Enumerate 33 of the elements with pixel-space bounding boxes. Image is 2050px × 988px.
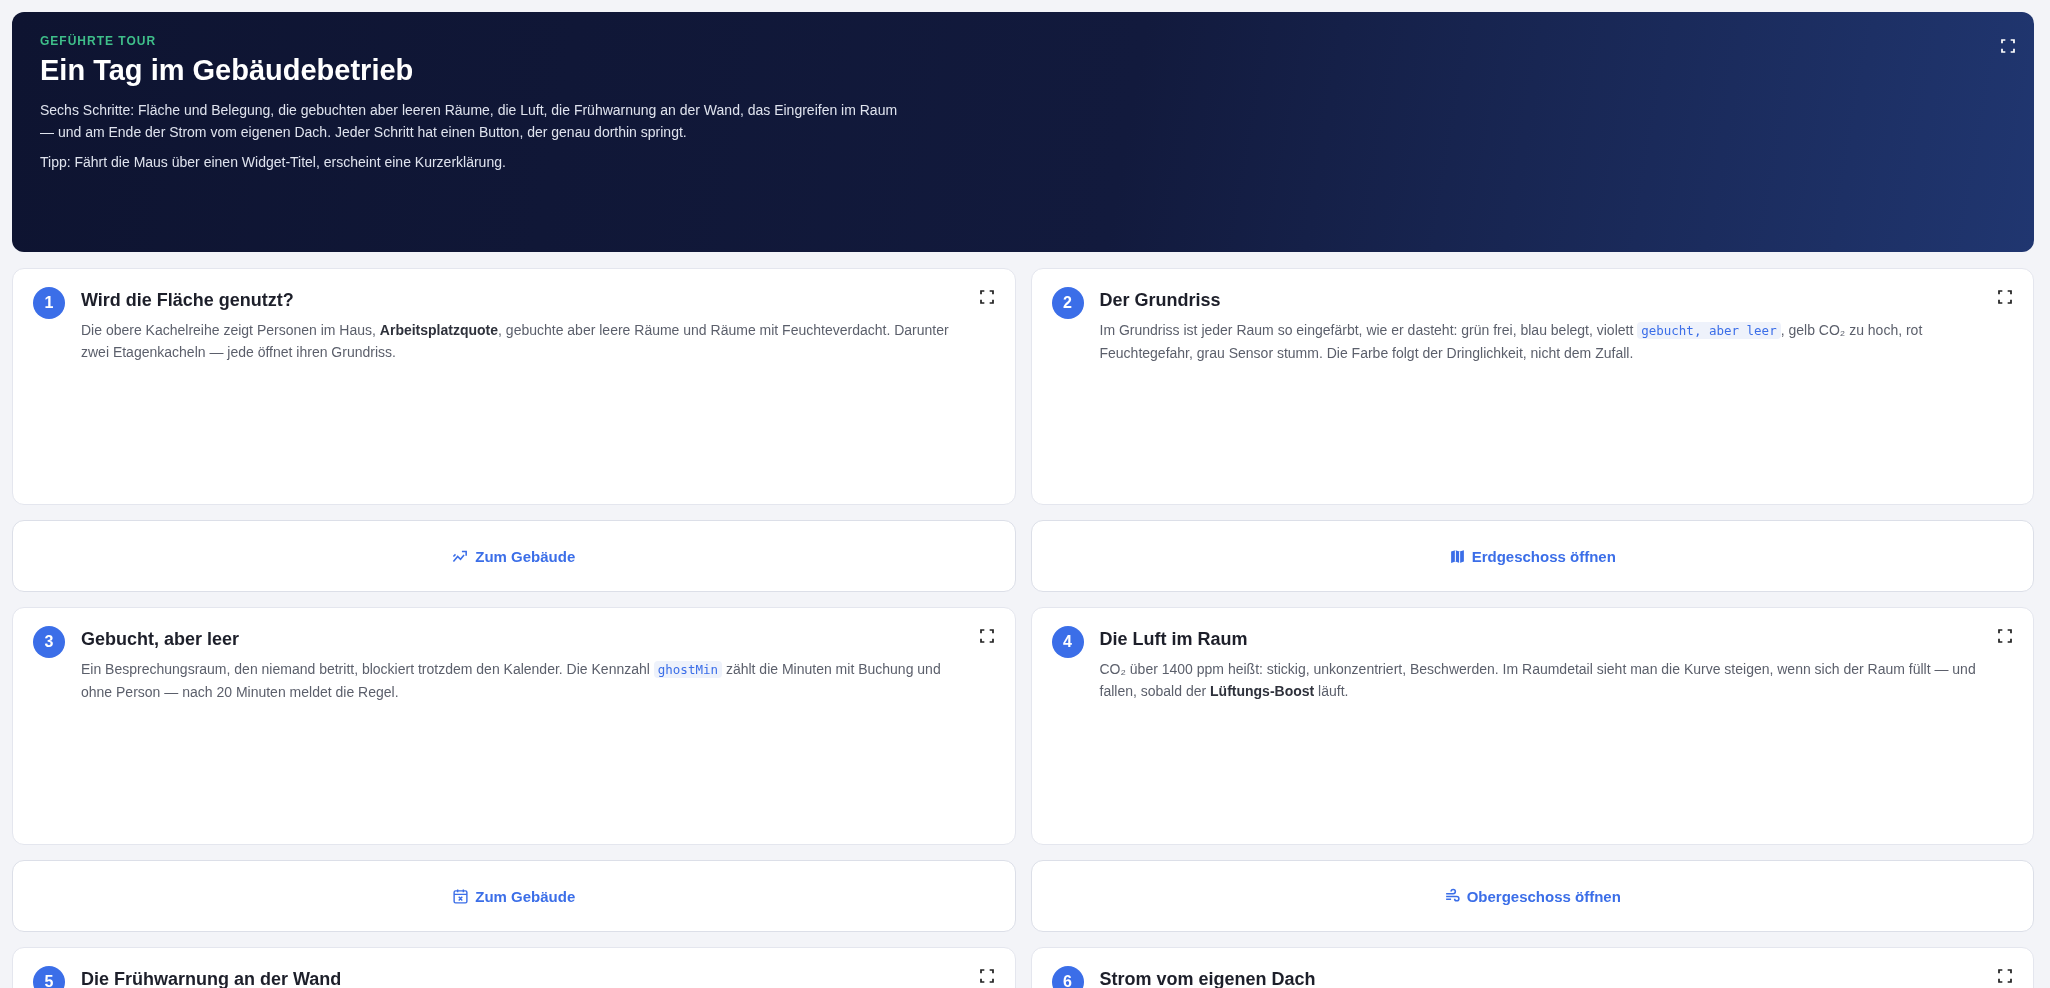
navigate-button[interactable]: Obergeschoss öffnen	[1030, 860, 2034, 932]
step-number: 4	[1051, 626, 1084, 658]
expand-icon	[2000, 38, 2016, 54]
expand-icon	[978, 968, 995, 984]
expand-icon	[978, 289, 995, 305]
step-title: Die Luft im Raum	[1099, 629, 1249, 650]
step-title: Der Grundriss	[1099, 290, 1222, 311]
expand-icon	[978, 628, 995, 644]
step-number: 1	[33, 287, 65, 319]
step-number: 2	[1051, 287, 1084, 319]
step-description: Ein Besprechungsraum, den niemand betritt, blockiert trotzdem den Kalender. Die Kennzahl ghostMin zählt die Minuten mit Buchung und ohne Person — nach 20 Minuten meldet die Regel.	[81, 660, 942, 702]
step-title: Die Frühwarnung an der Wand	[81, 969, 343, 988]
step-number: 3	[33, 626, 65, 658]
expand-icon	[1997, 289, 2013, 305]
step-number: 5	[33, 966, 65, 988]
page-title: Ein Tag im Gebäudebetrieb	[40, 54, 415, 87]
calendar-icon	[452, 887, 470, 905]
expand-icon	[1997, 968, 2013, 984]
map-icon	[1448, 547, 1466, 565]
tip-text: Tipp: Fährt die Maus über einen Widget-Titel, erscheint eine Kurzerklärung.	[40, 153, 507, 172]
navigate-button[interactable]: Zum Gebäude	[12, 860, 1016, 932]
step-description: Im Grundriss ist jeder Raum so eingefärbt, wie er dasteht: grün frei, blau belegt, violett gebucht, aber leer , gelb CO₂ zu hoch, rot Feuchtegefahr, grau Sensor stumm. Die Farbe folgt der Dringlichkeit, nicht dem Zufall.	[1099, 321, 1924, 363]
navigate-button[interactable]: Erdgeschoss öffnen	[1030, 520, 2034, 592]
expand-icon	[1997, 628, 2013, 644]
step-description: Die obere Kachelreihe zeigt Personen im Haus, Arbeitsplatzquote, gebuchte aber leere Räume und Räume mit Feuchteverdacht. Darunter zwei Etagenkacheln — jede öffnet ihren Grundriss.	[81, 321, 950, 362]
intro-text: Sechs Schritte: Fläche und Belegung, die gebuchten aber leeren Räume, die Luft, die Frühwarnung an der Wand, das Eingreifen im Raum — und am Ende der Strom vom eigenen Dach. Jeder Schritt hat einen Button, der genau dorthin springt.	[40, 101, 899, 142]
step-number: 6	[1051, 966, 1084, 988]
step-title: Strom vom eigenen Dach	[1099, 969, 1317, 988]
navigate-button[interactable]: Zum Gebäude	[12, 520, 1016, 592]
eyebrow-label: GEFÜHRTE TOUR	[40, 34, 158, 48]
step-title: Gebucht, aber leer	[81, 629, 241, 650]
step-description: CO₂ über 1400 ppm heißt: stickig, unkonzentriert, Beschwerden. Im Raumdetail sieht man die Kurve steigen, wenn sich der Raum füllt — und fallen, sobald der Lüftungs-Boost läuft.	[1099, 660, 1977, 701]
step-title: Wird die Fläche genutzt?	[81, 290, 295, 311]
